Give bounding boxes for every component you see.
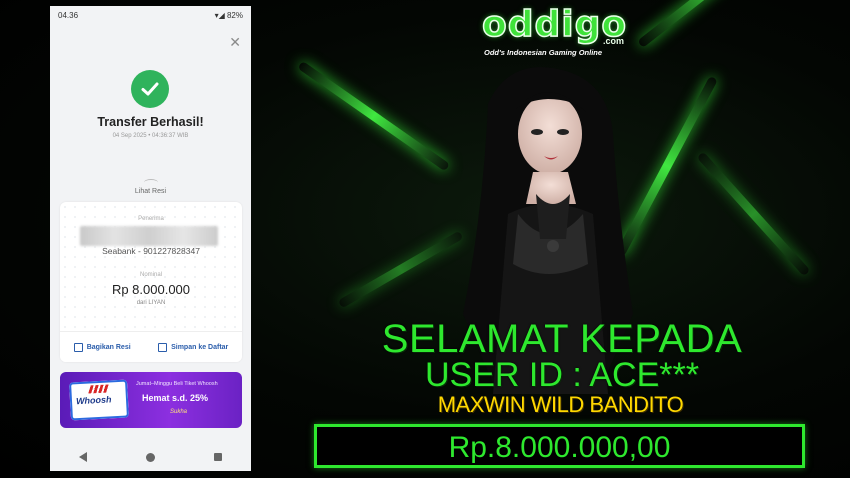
save-to-list-label: Simpan ke Daftar — [171, 343, 229, 351]
recipient-label: Penerima — [138, 216, 164, 222]
transfer-datetime: 04 Sep 2025 • 04:36:37 WIB — [112, 133, 189, 139]
status-bar: 04.36 ▾◢ 82% — [50, 6, 251, 25]
promo-signature: Sukha — [170, 409, 188, 415]
whoosh-ticket-image: Whoosh — [69, 379, 129, 421]
user-id-line: USER ID : ACE*** — [425, 356, 699, 394]
recipient-account: Seabank - 901227828347 — [102, 246, 200, 256]
success-check-icon — [131, 70, 169, 108]
nominal-label: Nominal — [139, 272, 162, 278]
transfer-title: Transfer Berhasil! — [97, 115, 204, 129]
share-icon — [73, 342, 83, 352]
whoosh-logo-icon — [88, 384, 109, 394]
brand-tagline: Odd's Indonesian Gaming Online — [484, 48, 603, 57]
sender-name: dari LIYAN — [136, 300, 166, 306]
promo-banner[interactable]: Whoosh Jumat–Minggu Beli Tiket Whoosh He… — [60, 372, 242, 428]
green-light-streak — [696, 151, 811, 277]
android-nav-bar — [50, 443, 251, 471]
bookmark-icon — [158, 342, 168, 352]
close-icon[interactable]: ✕ — [229, 34, 241, 51]
receipt-actions: Bagikan Resi Simpan ke Daftar — [60, 331, 242, 362]
phone-screenshot: 04.36 ▾◢ 82% ✕ Transfer Berhasil! 04 Sep… — [50, 6, 251, 471]
status-battery: ▾◢ 82% — [214, 11, 243, 20]
prize-amount: Rp.8.000.000,00 — [448, 431, 671, 464]
green-light-streak — [297, 60, 451, 172]
recent-apps-icon[interactable] — [213, 453, 222, 461]
lihat-resi-button[interactable]: Lihat Resi — [50, 179, 251, 195]
whoosh-brand: Whoosh — [75, 394, 112, 407]
receipt-card: Penerima Seabank - 901227828347 Nominal … — [60, 202, 242, 362]
green-light-streak — [337, 230, 464, 309]
chevron-up-icon — [143, 179, 158, 186]
game-title: MAXWIN WILD BANDITO — [437, 392, 684, 417]
back-icon[interactable] — [79, 452, 88, 462]
green-light-streak — [637, 0, 817, 49]
promo-headline: Hemat s.d. 25% — [142, 393, 209, 403]
recipient-name-redacted — [80, 226, 218, 246]
lihat-resi-label: Lihat Resi — [134, 188, 167, 195]
status-time: 04.36 — [58, 11, 79, 20]
home-icon[interactable] — [145, 452, 155, 462]
share-receipt-label: Bagikan Resi — [86, 343, 131, 351]
logo-suffix: .com — [603, 36, 625, 46]
transfer-amount: Rp 8.000.000 — [111, 282, 191, 297]
save-to-list-button[interactable]: Simpan ke Daftar — [158, 342, 229, 352]
promo-subtext: Jumat–Minggu Beli Tiket Whoosh — [136, 381, 218, 387]
share-receipt-button[interactable]: Bagikan Resi — [73, 342, 131, 352]
prize-box: Rp.8.000.000,00 — [314, 424, 805, 468]
